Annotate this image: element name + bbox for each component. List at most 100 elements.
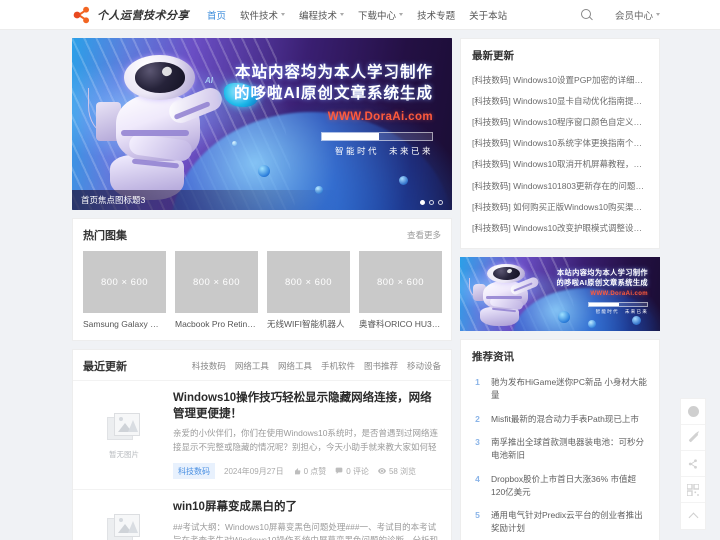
article-likes: 0 点赞 bbox=[293, 466, 326, 477]
article-row[interactable]: 暂无图片 Windows10操作技巧轻松显示隐藏网络连接，网络管理更便捷！ 亲爱… bbox=[73, 380, 451, 489]
thumbs-up-icon bbox=[294, 468, 300, 475]
nav-label: 下载中心 bbox=[358, 10, 397, 22]
share-nodes-icon bbox=[72, 6, 92, 24]
rank-number: 5 bbox=[475, 510, 480, 521]
gallery-thumb: 800 × 600 bbox=[175, 251, 258, 313]
hot-gallery-more-link[interactable]: 查看更多 bbox=[407, 229, 441, 241]
gallery-thumb: 800 × 600 bbox=[267, 251, 350, 313]
list-item[interactable]: 5 通用电气针对Predix云平台的创业者推出奖励计划 bbox=[472, 504, 648, 540]
list-item[interactable]: 2 Misfit最新的混合动力手表Path现已上市 bbox=[472, 407, 648, 431]
article-row[interactable]: 暂无图片 win10屏幕变成黑白的了 ##考试大纲：Windows10屏幕变黑色… bbox=[73, 489, 451, 540]
nav-item-programming[interactable]: 编程技术 bbox=[299, 8, 345, 22]
hero-url: WWW.DoraAi.com bbox=[327, 111, 433, 124]
profile-button[interactable] bbox=[681, 399, 705, 425]
brand-logo[interactable]: 个人运营技术分享 bbox=[72, 6, 189, 24]
no-image-label: 暂无图片 bbox=[109, 449, 139, 459]
share-icon bbox=[688, 458, 697, 469]
gallery-caption: 无线WIFI智能机器人 bbox=[267, 319, 345, 329]
category-badge[interactable]: 科技数码 bbox=[173, 463, 215, 480]
hero-text-block: 本站内容均为本人学习制作 的哆啦AI原创文章系统生成 WWW.DoraAi.co… bbox=[234, 62, 433, 157]
nav-label: 技术专题 bbox=[417, 10, 456, 22]
sidebar-promo-banner[interactable]: 本站内容均为本人学习制作 的哆啦AI原创文章系统生成 WWW.DoraAi.co… bbox=[460, 256, 660, 331]
nav-label: 编程技术 bbox=[299, 10, 338, 22]
article-description: ##考试大纲：Windows10屏幕变黑色问题处理###一、考试目的本考试旨在考… bbox=[173, 521, 438, 540]
bubble-decoration bbox=[632, 315, 641, 325]
article-meta: 科技数码 2024年09月27日 0 点赞 0 评论 58 浏览 bbox=[173, 463, 441, 480]
hero-sub-right: 未来已来 bbox=[388, 146, 433, 157]
list-item[interactable]: [科技数码] Windows10显卡自动优化指南提升游戏... bbox=[472, 90, 648, 111]
list-item[interactable]: 3 南孚推出全球首款测电器装电池：可秒分电池新旧 bbox=[472, 431, 648, 468]
list-item[interactable]: 1 驰为发布HiGame迷你PC新品 小身材大能量 bbox=[472, 371, 648, 408]
banner-progress-bar bbox=[588, 302, 648, 308]
floating-toolbar bbox=[680, 398, 706, 530]
main-column: AI 本站内容均为本人学习制作 的哆啦AI原创文章系统生成 WWW.DoraAi… bbox=[72, 38, 452, 540]
page-body: AI 本站内容均为本人学习制作 的哆啦AI原创文章系统生成 WWW.DoraAi… bbox=[0, 30, 720, 540]
article-date-text: 2024年09月27日 bbox=[224, 466, 284, 476]
tab-mobile-devices[interactable]: 移动设备 bbox=[407, 360, 441, 372]
nav-label: 软件技术 bbox=[240, 10, 279, 22]
astronaut-illustration bbox=[468, 262, 542, 327]
recent-category-tabs: 科技数码 网络工具 网络工具 手机软件 图书推荐 移动设备 bbox=[192, 360, 441, 372]
gallery-item[interactable]: 800 × 600 奥睿科ORICO HU3温室... bbox=[359, 251, 442, 330]
article-title[interactable]: Windows10操作技巧轻松显示隐藏网络连接，网络管理更便捷！ bbox=[173, 391, 441, 422]
qrcode-button[interactable] bbox=[681, 477, 705, 503]
hero-sub-left: 智能时代 bbox=[334, 146, 379, 157]
hero-caption-text: 首页焦点图标题3 bbox=[81, 195, 146, 205]
list-item-label: 驰为发布HiGame迷你PC新品 小身材大能量 bbox=[491, 377, 647, 400]
article-date: 2024年09月27日 bbox=[224, 466, 284, 477]
latest-updates-list: [科技数码] Windows10设置PGP加密的详细指南 [科技数码] Wind… bbox=[461, 67, 659, 248]
banner-sub-right: 未来已来 bbox=[624, 309, 648, 315]
tab-tech-digital[interactable]: 科技数码 bbox=[192, 360, 226, 372]
latest-updates-title: 最新更新 bbox=[472, 50, 514, 62]
hot-gallery-header: 热门图集 查看更多 bbox=[73, 219, 451, 249]
back-to-top-button[interactable] bbox=[681, 503, 705, 529]
share-button[interactable] bbox=[681, 451, 705, 477]
astronaut-illustration bbox=[88, 52, 228, 203]
list-item[interactable]: [科技数码] Windows10设置PGP加密的详细指南 bbox=[472, 69, 648, 90]
header-actions: 会员中心 bbox=[580, 8, 660, 22]
member-center-label: 会员中心 bbox=[614, 10, 653, 22]
tab-network-tools-1[interactable]: 网络工具 bbox=[235, 360, 269, 372]
write-button[interactable] bbox=[681, 425, 705, 451]
hero-headline-2: 的哆啦AI原创文章系统生成 bbox=[233, 85, 433, 103]
list-item[interactable]: [科技数码] Windows10改变护眼模式调整设置，保... bbox=[472, 217, 648, 238]
list-item[interactable]: [科技数码] Windows10程序窗口颜色自定义指南 bbox=[472, 111, 648, 132]
nav-item-software[interactable]: 软件技术 bbox=[240, 8, 286, 22]
chevron-down-icon bbox=[340, 13, 345, 16]
nav-item-home[interactable]: 首页 bbox=[207, 8, 226, 22]
gallery-item[interactable]: 800 × 600 Macbook Pro Retina 笔... bbox=[175, 251, 258, 330]
site-header: 个人运营技术分享 首页 软件技术 编程技术 下载中心 技术专题 关于本站 会员中… bbox=[0, 0, 720, 30]
nav-item-download[interactable]: 下载中心 bbox=[358, 8, 404, 22]
nav-item-about[interactable]: 关于本站 bbox=[469, 8, 507, 22]
nav-item-topics[interactable]: 技术专题 bbox=[417, 8, 455, 22]
list-item[interactable]: [科技数码] 如何购买正版Windows10购买渠道全解析 bbox=[472, 196, 648, 217]
article-views: 58 浏览 bbox=[377, 466, 416, 477]
hero-caption-bar: 首页焦点图标题3 bbox=[72, 190, 452, 210]
search-icon[interactable] bbox=[580, 8, 593, 21]
gallery-item[interactable]: 800 × 600 无线WIFI智能机器人 bbox=[267, 251, 350, 330]
banner-headline-2: 的哆啦AI原创文章系统生成 bbox=[556, 278, 648, 288]
list-item-label: Dropbox股价上市首日大涨36% 市值超120亿美元 bbox=[491, 473, 637, 497]
banner-url: WWW.DoraAi.com bbox=[590, 291, 648, 298]
article-title[interactable]: win10屏幕变成黑白的了 bbox=[173, 500, 441, 516]
gallery-caption: 奥睿科ORICO HU3温室... bbox=[359, 319, 442, 329]
hero-dot-3[interactable] bbox=[438, 200, 443, 205]
tab-network-tools-2[interactable]: 网络工具 bbox=[278, 360, 312, 372]
hero-dot-2[interactable] bbox=[429, 200, 434, 205]
gallery-item[interactable]: 800 × 600 Samsung Galaxy 智能... bbox=[83, 251, 166, 330]
list-item-label: 南孚推出全球首款测电器装电池：可秒分电池新旧 bbox=[491, 437, 645, 460]
list-item-label: 通用电气针对Predix云平台的创业者推出奖励计划 bbox=[491, 510, 643, 533]
member-center-menu[interactable]: 会员中心 bbox=[615, 8, 660, 22]
tab-book-recommend[interactable]: 图书推荐 bbox=[364, 360, 398, 372]
hero-slider[interactable]: AI 本站内容均为本人学习制作 的哆啦AI原创文章系统生成 WWW.DoraAi… bbox=[72, 38, 452, 210]
list-item[interactable]: [科技数码] Windows101803更新存在的问题与不足... bbox=[472, 175, 648, 196]
hero-dot-1[interactable] bbox=[420, 200, 425, 205]
banner-subtitle: 智能时代 未来已来 bbox=[557, 309, 648, 315]
article-body: Windows10操作技巧轻松显示隐藏网络连接，网络管理更便捷！ 亲爱的小伙伴们… bbox=[173, 391, 441, 480]
list-item[interactable]: [科技数码] Windows10系统字体更换指南个性化你... bbox=[472, 133, 648, 154]
hot-gallery-title: 热门图集 bbox=[83, 230, 127, 242]
list-item[interactable]: 4 Dropbox股价上市首日大涨36% 市值超120亿美元 bbox=[472, 467, 648, 504]
tab-mobile-software[interactable]: 手机软件 bbox=[321, 360, 355, 372]
article-description: 亲爱的小伙伴们，你们在使用Windows10系统时，是否曾遇到过网络连接显示不完… bbox=[173, 428, 438, 452]
list-item[interactable]: [科技数码] Windows10取消开机屏幕教程，轻松实... bbox=[472, 154, 648, 175]
